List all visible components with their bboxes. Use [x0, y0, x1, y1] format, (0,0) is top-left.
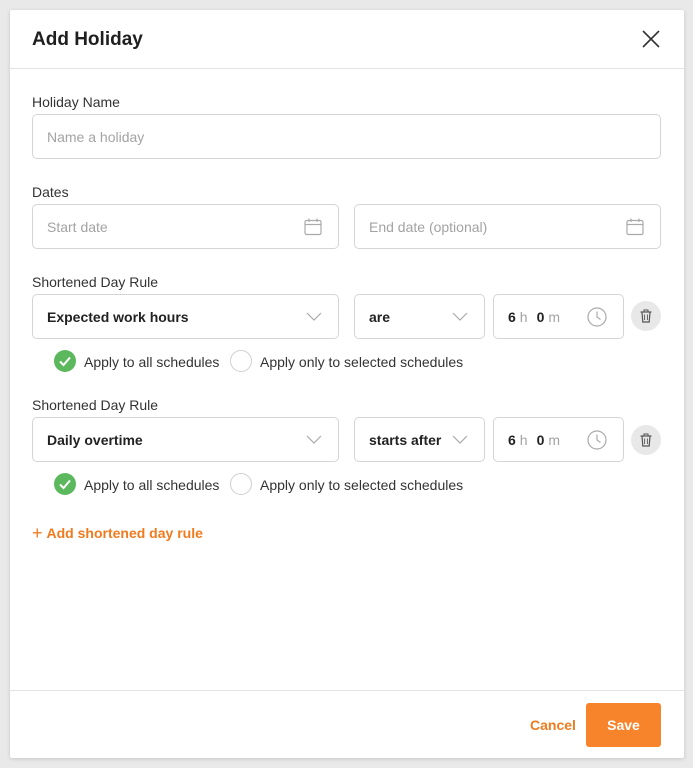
rule-operator-select[interactable]: are: [354, 294, 485, 339]
clock-icon: [587, 307, 607, 327]
duration-hours: 6: [508, 432, 516, 448]
save-button[interactable]: Save: [586, 703, 661, 747]
rule-duration-input[interactable]: 6h0m: [493, 294, 624, 339]
rule-metric-select[interactable]: Daily overtime: [32, 417, 339, 462]
apply-all-label[interactable]: Apply to all schedules: [84, 354, 219, 370]
calendar-icon: [304, 218, 322, 236]
dialog-footer: Cancel Save: [10, 690, 684, 758]
rule-operator-value: are: [369, 309, 391, 325]
minutes-unit: m: [548, 309, 561, 325]
apply-all-radio[interactable]: [54, 473, 76, 495]
chevron-down-icon: [306, 312, 322, 321]
checkmark-icon: [59, 356, 71, 367]
chevron-down-icon: [452, 435, 468, 444]
add-rule-label: Add shortened day rule: [46, 525, 203, 541]
apply-selected-label[interactable]: Apply only to selected schedules: [260, 354, 463, 370]
rule-operator-value: starts after: [369, 432, 442, 448]
clock-icon: [587, 430, 607, 450]
close-button[interactable]: [640, 28, 662, 50]
hours-unit: h: [519, 432, 528, 448]
rule-metric-value: Daily overtime: [47, 432, 143, 448]
duration-text: 6h0m: [508, 432, 569, 448]
duration-minutes: 0: [536, 309, 545, 325]
cancel-button[interactable]: Cancel: [530, 717, 576, 733]
holiday-name-label: Holiday Name: [32, 94, 120, 110]
trash-icon: [640, 309, 652, 323]
hours-unit: h: [519, 309, 528, 325]
checkmark-icon: [59, 479, 71, 490]
chevron-down-icon: [452, 312, 468, 321]
duration-text: 6h0m: [508, 309, 569, 325]
start-date-input[interactable]: Start date: [32, 204, 339, 249]
dialog-header: Add Holiday: [10, 10, 684, 69]
chevron-down-icon: [306, 435, 322, 444]
dates-label: Dates: [32, 184, 69, 200]
apply-selected-radio[interactable]: [230, 350, 252, 372]
duration-minutes: 0: [536, 432, 545, 448]
end-date-placeholder: End date (optional): [369, 219, 488, 235]
apply-all-label[interactable]: Apply to all schedules: [84, 477, 219, 493]
calendar-icon: [626, 218, 644, 236]
rule-duration-input[interactable]: 6h0m: [493, 417, 624, 462]
holiday-name-placeholder: Name a holiday: [47, 129, 145, 145]
close-icon[interactable]: [640, 28, 662, 50]
start-date-placeholder: Start date: [47, 219, 108, 235]
dialog-title: Add Holiday: [32, 29, 143, 50]
delete-rule-button[interactable]: [631, 425, 661, 455]
rule-label: Shortened Day Rule: [32, 397, 159, 413]
minutes-unit: m: [548, 432, 561, 448]
holiday-name-input[interactable]: Name a holiday: [32, 114, 661, 159]
delete-rule-button[interactable]: [631, 301, 661, 331]
add-shortened-day-rule-link[interactable]: + Add shortened day rule: [32, 522, 203, 543]
duration-hours: 6: [508, 309, 516, 325]
add-holiday-dialog: Add Holiday Holiday Name Name a holiday …: [10, 10, 684, 758]
rule-metric-select[interactable]: Expected work hours: [32, 294, 339, 339]
rule-operator-select[interactable]: starts after: [354, 417, 485, 462]
apply-selected-label[interactable]: Apply only to selected schedules: [260, 477, 463, 493]
end-date-input[interactable]: End date (optional): [354, 204, 661, 249]
apply-selected-radio[interactable]: [230, 473, 252, 495]
trash-icon: [640, 433, 652, 447]
rule-metric-value: Expected work hours: [47, 309, 189, 325]
rule-label: Shortened Day Rule: [32, 274, 159, 290]
plus-icon: +: [32, 523, 43, 543]
apply-all-radio[interactable]: [54, 350, 76, 372]
